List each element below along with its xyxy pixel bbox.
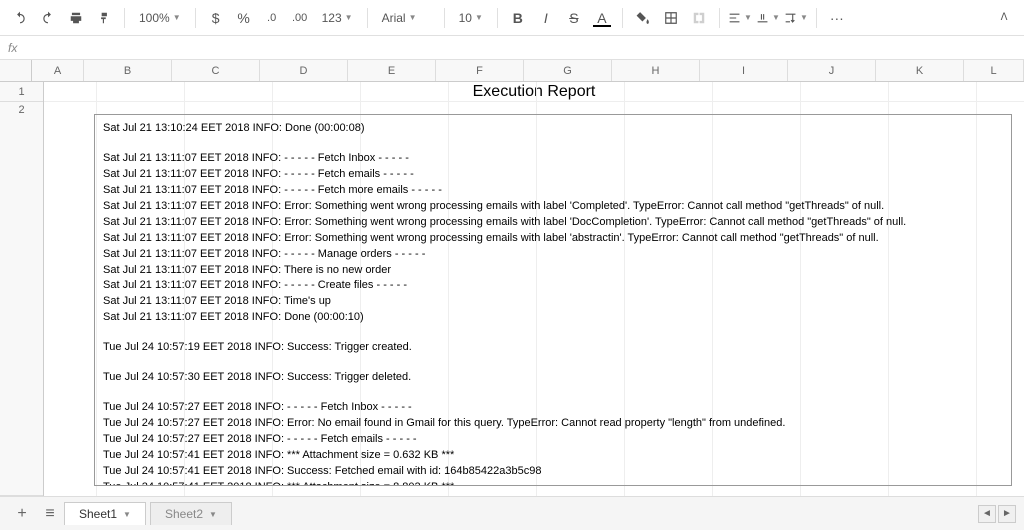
column-header-F[interactable]: F [436, 60, 524, 81]
horizontal-align-button[interactable]: ▼ [728, 6, 752, 30]
column-header-A[interactable]: A [32, 60, 84, 81]
spreadsheet-grid[interactable]: ABCDEFGHIJKL 1 2 Execution Report Sat Ju… [0, 60, 1024, 496]
column-header-C[interactable]: C [172, 60, 260, 81]
sheet-tab-1[interactable]: Sheet1▼ [64, 502, 146, 525]
collapse-toolbar-button[interactable]: ᐱ [992, 6, 1016, 30]
more-button[interactable]: ··· [825, 6, 849, 30]
log-line: Tue Jul 24 10:57:41 EET 2018 INFO: *** A… [103, 480, 1003, 486]
zoom-dropdown[interactable]: 100%▼ [133, 6, 187, 30]
log-cell[interactable]: Sat Jul 21 13:10:24 EET 2018 INFO: Done … [94, 114, 1012, 486]
row-header-1[interactable]: 1 [0, 82, 43, 102]
log-line: Tue Jul 24 10:57:27 EET 2018 INFO: - - -… [103, 400, 1003, 416]
log-line: Sat Jul 21 13:11:07 EET 2018 INFO: - - -… [103, 183, 1003, 199]
add-sheet-button[interactable]: + [8, 500, 36, 528]
log-line: Sat Jul 21 13:11:07 EET 2018 INFO: Time'… [103, 294, 1003, 310]
text-wrap-button[interactable]: ▼ [784, 6, 808, 30]
log-line: Sat Jul 21 13:10:24 EET 2018 INFO: Done … [103, 121, 1003, 137]
decrease-decimal-button[interactable]: .0 [260, 6, 284, 30]
column-header-H[interactable]: H [612, 60, 700, 81]
fx-label: fx [8, 41, 38, 55]
log-line [103, 137, 1003, 151]
log-line [103, 356, 1003, 370]
column-header-B[interactable]: B [84, 60, 172, 81]
column-header-E[interactable]: E [348, 60, 436, 81]
log-line: Tue Jul 24 10:57:27 EET 2018 INFO: Error… [103, 416, 1003, 432]
all-sheets-button[interactable]: ≡ [36, 500, 64, 528]
strikethrough-button[interactable]: S [562, 6, 586, 30]
column-header-J[interactable]: J [788, 60, 876, 81]
chevron-down-icon: ▼ [744, 13, 752, 22]
scroll-right-button[interactable]: ► [998, 505, 1016, 523]
log-line: Sat Jul 21 13:11:07 EET 2018 INFO: Error… [103, 199, 1003, 215]
format-percent-button[interactable]: % [232, 6, 256, 30]
bold-button[interactable]: B [506, 6, 530, 30]
column-header-I[interactable]: I [700, 60, 788, 81]
italic-button[interactable]: I [534, 6, 558, 30]
font-size-dropdown[interactable]: 10▼ [453, 6, 489, 30]
sheet-tab-bar: + ≡ Sheet1▼ Sheet2▼ ◄ ► [0, 496, 1024, 530]
chevron-down-icon: ▼ [800, 13, 808, 22]
chevron-down-icon: ▼ [475, 13, 483, 22]
borders-button[interactable] [659, 6, 683, 30]
fill-color-button[interactable] [631, 6, 655, 30]
text-color-button[interactable]: A [590, 6, 614, 30]
chevron-down-icon: ▼ [173, 13, 181, 22]
print-button[interactable] [64, 6, 88, 30]
chevron-down-icon: ▼ [409, 13, 417, 22]
log-line: Sat Jul 21 13:11:07 EET 2018 INFO: Error… [103, 215, 1003, 231]
log-line: Sat Jul 21 13:11:07 EET 2018 INFO: - - -… [103, 278, 1003, 294]
row-header-2[interactable]: 2 [0, 102, 43, 496]
merge-cells-button[interactable] [687, 6, 711, 30]
paint-format-button[interactable] [92, 6, 116, 30]
font-dropdown[interactable]: Arial▼ [376, 6, 436, 30]
column-headers: ABCDEFGHIJKL [0, 60, 1024, 82]
chevron-down-icon: ▼ [209, 510, 217, 519]
format-currency-button[interactable]: $ [204, 6, 228, 30]
increase-decimal-button[interactable]: .00 [288, 6, 312, 30]
scroll-left-button[interactable]: ◄ [978, 505, 996, 523]
formula-input[interactable] [38, 36, 1016, 59]
report-title: Execution Report [44, 83, 1024, 101]
log-line: Tue Jul 24 10:57:27 EET 2018 INFO: - - -… [103, 432, 1003, 448]
redo-button[interactable] [36, 6, 60, 30]
column-header-K[interactable]: K [876, 60, 964, 81]
log-line: Tue Jul 24 10:57:41 EET 2018 INFO: *** A… [103, 448, 1003, 464]
toolbar: 100%▼ $ % .0 .00 123▼ Arial▼ 10▼ B I S A… [0, 0, 1024, 36]
select-all-corner[interactable] [0, 60, 32, 81]
chevron-down-icon: ▼ [123, 510, 131, 519]
log-line [103, 386, 1003, 400]
log-line: Sat Jul 21 13:11:07 EET 2018 INFO: There… [103, 263, 1003, 279]
more-formats-dropdown[interactable]: 123▼ [316, 6, 359, 30]
chevron-down-icon: ▼ [772, 13, 780, 22]
column-header-L[interactable]: L [964, 60, 1024, 81]
log-line: Sat Jul 21 13:11:07 EET 2018 INFO: Done … [103, 310, 1003, 326]
vertical-align-button[interactable]: ▼ [756, 6, 780, 30]
undo-button[interactable] [8, 6, 32, 30]
log-line: Sat Jul 21 13:11:07 EET 2018 INFO: - - -… [103, 247, 1003, 263]
chevron-down-icon: ▼ [345, 13, 353, 22]
log-line: Sat Jul 21 13:11:07 EET 2018 INFO: - - -… [103, 167, 1003, 183]
log-line [103, 326, 1003, 340]
row-headers: 1 2 [0, 82, 44, 496]
log-line: Tue Jul 24 10:57:19 EET 2018 INFO: Succe… [103, 340, 1003, 356]
log-line: Sat Jul 21 13:11:07 EET 2018 INFO: Error… [103, 231, 1003, 247]
column-header-D[interactable]: D [260, 60, 348, 81]
formula-bar: fx [0, 36, 1024, 60]
sheet-tab-2[interactable]: Sheet2▼ [150, 502, 232, 525]
log-line: Sat Jul 21 13:11:07 EET 2018 INFO: - - -… [103, 151, 1003, 167]
column-header-G[interactable]: G [524, 60, 612, 81]
log-line: Tue Jul 24 10:57:41 EET 2018 INFO: Succe… [103, 464, 1003, 480]
cell-row-1[interactable]: Execution Report [44, 82, 1024, 102]
log-line: Tue Jul 24 10:57:30 EET 2018 INFO: Succe… [103, 370, 1003, 386]
